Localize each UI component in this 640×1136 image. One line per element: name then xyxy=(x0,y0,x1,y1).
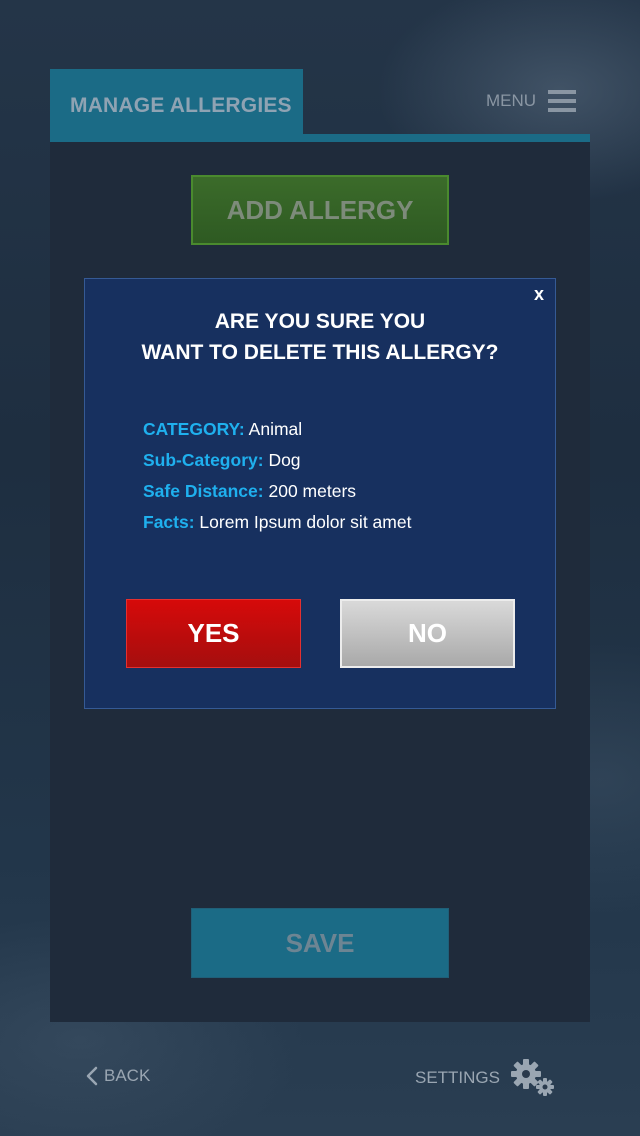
detail-value: Animal xyxy=(248,419,303,439)
detail-key: CATEGORY: xyxy=(143,419,245,439)
yes-button[interactable]: YES xyxy=(126,599,301,668)
no-button[interactable]: NO xyxy=(340,599,515,668)
hamburger-icon xyxy=(548,90,576,112)
detail-key: Sub-Category: xyxy=(143,450,264,470)
menu-button[interactable]: MENU xyxy=(486,90,576,112)
gears-icon xyxy=(511,1059,554,1096)
detail-key: Facts: xyxy=(143,512,195,532)
back-label: BACK xyxy=(104,1066,151,1085)
detail-value: Lorem Ipsum dolor sit amet xyxy=(199,512,412,532)
detail-row-subcategory: Sub-Category: Dog xyxy=(143,445,411,476)
settings-label: SETTINGS xyxy=(414,1068,500,1087)
delete-confirm-dialog: x ARE YOU SURE YOU WANT TO DELETE THIS A… xyxy=(84,278,556,709)
detail-row-safe-distance: Safe Distance: 200 meters xyxy=(143,476,411,507)
detail-value: Dog xyxy=(268,450,301,470)
close-button[interactable]: x xyxy=(534,284,544,305)
save-button[interactable]: SAVE xyxy=(191,908,449,978)
chevron-left-icon xyxy=(86,1066,98,1086)
detail-row-category: CATEGORY: Animal xyxy=(143,414,411,445)
add-allergy-button[interactable]: ADD ALLERGY xyxy=(191,175,449,245)
detail-row-facts: Facts: Lorem Ipsum dolor sit amet xyxy=(143,507,411,538)
dialog-title-line-2: WANT TO DELETE THIS ALLERGY? xyxy=(141,341,499,364)
dialog-title: ARE YOU SURE YOU WANT TO DELETE THIS ALL… xyxy=(85,306,555,368)
tab-manage-allergies[interactable]: MANAGE ALLERGIES xyxy=(50,69,303,142)
menu-label: MENU xyxy=(485,91,536,110)
settings-button[interactable]: SETTINGS xyxy=(415,1058,558,1098)
tab-title: MANAGE ALLERGIES xyxy=(70,93,292,117)
detail-key: Safe Distance: xyxy=(143,481,264,501)
dialog-title-line-1: ARE YOU SURE YOU xyxy=(214,310,426,333)
allergy-details: CATEGORY: Animal Sub-Category: Dog Safe … xyxy=(143,414,411,538)
detail-value: 200 meters xyxy=(268,481,357,501)
back-button[interactable]: BACK xyxy=(86,1066,150,1086)
